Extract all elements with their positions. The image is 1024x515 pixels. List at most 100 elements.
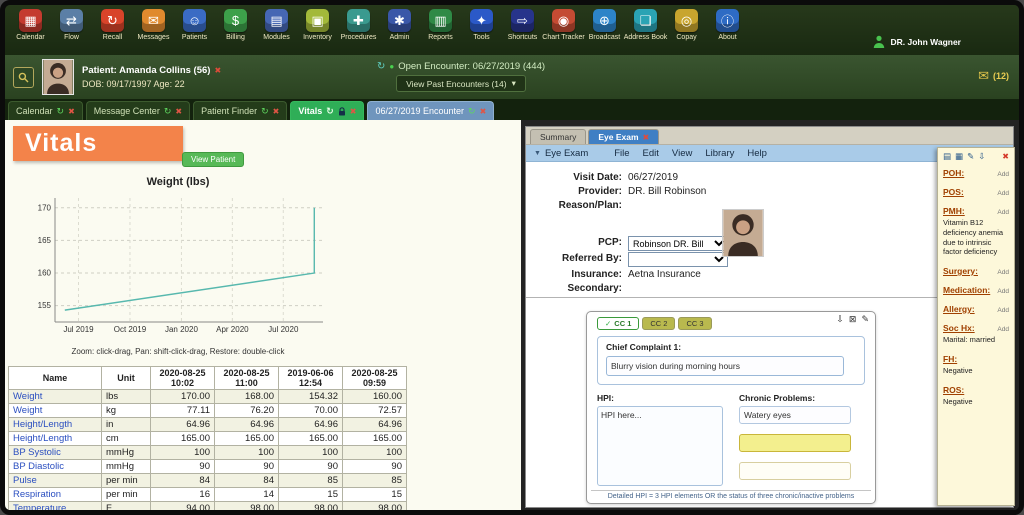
refresh-encounter-icon[interactable]: ↻ — [377, 61, 385, 72]
chief-complaint-tabs: ✓ CC 1 CC 2 CC 3 — [597, 317, 875, 330]
vital-name-link[interactable]: BP Diastolic — [9, 460, 102, 474]
toolbar-button[interactable]: ⊕ Broadcast — [584, 9, 625, 41]
toolbar-button[interactable]: ✱ Admin — [379, 9, 420, 41]
section-label[interactable]: PMH: — [943, 206, 965, 216]
patient-search-button[interactable] — [13, 67, 34, 88]
refresh-icon[interactable]: ↻ — [261, 106, 269, 117]
vital-name-link[interactable]: Weight — [9, 404, 102, 418]
chronic-problem-input-2[interactable] — [739, 434, 851, 452]
download-icon[interactable]: ⇩ — [978, 151, 985, 162]
vitals-row: Height/Length in 64.96 64.96 64.96 64.96 — [9, 418, 407, 432]
filter-icon[interactable]: ▼ — [534, 150, 541, 157]
toolbar-button[interactable]: ⇄ Flow — [51, 9, 92, 41]
toolbar-button[interactable]: ▦ Calendar — [10, 9, 51, 41]
toolbar-button[interactable]: ⇨ Shortcuts — [502, 9, 543, 41]
referred-by-select[interactable] — [628, 252, 728, 267]
chief-complaint-input[interactable] — [606, 356, 844, 376]
tab-vitals[interactable]: Vitals ↻ ✖ — [290, 101, 364, 120]
section-label[interactable]: Medication: — [943, 285, 990, 295]
refresh-icon[interactable]: ↻ — [326, 106, 334, 117]
side-panel-sections: POH: Add POS: Add — [943, 168, 1009, 406]
toolbar-button[interactable]: $ Billing — [215, 9, 256, 41]
vital-name-link[interactable]: Temperature — [9, 502, 102, 511]
section-label[interactable]: POS: — [943, 187, 964, 197]
section-label[interactable]: ROS: — [943, 385, 964, 395]
toolbar-button[interactable]: ❏ Address Book — [625, 9, 666, 41]
toolbar-button[interactable]: ✚ Procedures — [338, 9, 379, 41]
tab-calendar[interactable]: Calendar ↻ ✖ — [8, 101, 83, 120]
toolbar-button[interactable]: ◎ Copay — [666, 9, 707, 41]
section-add-link[interactable]: Add — [997, 307, 1009, 314]
vital-name-link[interactable]: Weight — [9, 390, 102, 404]
tab-summary[interactable]: Summary — [530, 129, 586, 144]
section-label[interactable]: Surgery: — [943, 266, 978, 276]
edit-icon[interactable]: ✎ — [861, 314, 869, 325]
toolbar-button[interactable]: ✦ Tools — [461, 9, 502, 41]
vital-name-link[interactable]: BP Systolic — [9, 446, 102, 460]
notes-icon[interactable]: ▦ — [955, 151, 963, 162]
section-label[interactable]: POH: — [943, 168, 964, 178]
toolbar-button[interactable]: ↻ Recall — [92, 9, 133, 41]
edit-icon[interactable]: ✎ — [967, 151, 974, 162]
section-add-link[interactable]: Add — [997, 269, 1009, 276]
menu-item[interactable]: View — [672, 148, 692, 159]
tab-cc3[interactable]: CC 3 — [678, 317, 711, 330]
menu-item[interactable]: Edit — [643, 148, 659, 159]
section-label[interactable]: FH: — [943, 354, 957, 364]
refresh-icon[interactable]: ↻ — [468, 106, 476, 117]
side-panel-section: PMH: Add Vitamin B12 deficiency anemia d… — [943, 206, 1009, 257]
menu-item[interactable]: File — [614, 148, 629, 159]
weight-line-chart[interactable]: 155160165170Jul 2019Oct 2019Jan 2020Apr … — [25, 190, 331, 340]
section-add-link[interactable]: Add — [997, 209, 1009, 216]
tab-eye-exam[interactable]: Eye Exam ✖ — [588, 129, 659, 144]
vital-value: 165.00 — [215, 432, 279, 446]
tab-message-center[interactable]: Message Center ↻ ✖ — [86, 101, 190, 120]
section-add-link[interactable]: Add — [997, 326, 1009, 333]
section-add-link[interactable]: Add — [997, 171, 1009, 178]
pcp-select[interactable]: Robinson DR. Bill — [628, 236, 728, 251]
tab-patient-finder[interactable]: Patient Finder ↻ ✖ — [193, 101, 287, 120]
close-icon[interactable]: ✖ — [273, 107, 280, 116]
vital-name-link[interactable]: Height/Length — [9, 418, 102, 432]
toolbar-button[interactable]: ◉ Chart Tracker — [543, 9, 584, 41]
toolbar-button[interactable]: ⓘ About — [707, 9, 748, 41]
current-user[interactable]: DR. John Wagner — [873, 35, 961, 48]
section-label[interactable]: Allergy: — [943, 304, 975, 314]
tab-encounter[interactable]: 06/27/2019 Encounter ↻ ✖ — [367, 101, 494, 120]
toolbar-button[interactable]: ▥ Reports — [420, 9, 461, 41]
download-icon[interactable]: ⇩ — [836, 314, 844, 325]
close-icon[interactable]: ✖ — [175, 107, 182, 116]
chronic-problem-input-3[interactable] — [739, 462, 851, 480]
section-add-link[interactable]: Add — [997, 190, 1009, 197]
close-icon[interactable]: ✖ — [1002, 152, 1009, 161]
toolbar-button[interactable]: ▣ Inventory — [297, 9, 338, 41]
close-icon[interactable]: ✖ — [480, 107, 487, 116]
section-add-link[interactable]: Add — [997, 288, 1009, 295]
trash-icon[interactable]: ⊠ — [849, 314, 857, 325]
close-patient-icon[interactable]: ✖ — [214, 66, 221, 75]
vital-name-link[interactable]: Height/Length — [9, 432, 102, 446]
refresh-icon[interactable]: ↻ — [57, 106, 65, 117]
close-icon[interactable]: ✖ — [68, 107, 75, 116]
messages-icon: ✉ — [142, 9, 165, 32]
hpi-textarea[interactable]: HPI here... — [597, 406, 723, 486]
view-patient-button[interactable]: View Patient — [182, 152, 244, 167]
refresh-icon[interactable]: ↻ — [164, 106, 172, 117]
view-past-encounters-button[interactable]: View Past Encounters (14) ▾ — [396, 75, 526, 92]
close-icon[interactable]: ✖ — [643, 133, 650, 142]
vital-name-link[interactable]: Pulse — [9, 474, 102, 488]
tab-cc1[interactable]: ✓ CC 1 — [597, 317, 639, 330]
close-icon[interactable]: ✖ — [350, 107, 357, 116]
toolbar-button[interactable]: ☺ Patients — [174, 9, 215, 41]
vital-name-link[interactable]: Respiration — [9, 488, 102, 502]
toolbar-button[interactable]: ✉ Messages — [133, 9, 174, 41]
document-icon[interactable]: ▤ — [943, 151, 951, 162]
chronic-problem-input-1[interactable] — [739, 406, 851, 424]
toolbar-button[interactable]: ▤ Modules — [256, 9, 297, 41]
mail-indicator[interactable]: ✉ (12) — [978, 68, 1009, 84]
tab-cc2[interactable]: CC 2 — [642, 317, 675, 330]
section-label[interactable]: Soc Hx: — [943, 323, 975, 333]
menu-item[interactable]: Help — [747, 148, 767, 159]
vital-value: 98.00 — [343, 502, 407, 511]
menu-item[interactable]: Library — [705, 148, 734, 159]
